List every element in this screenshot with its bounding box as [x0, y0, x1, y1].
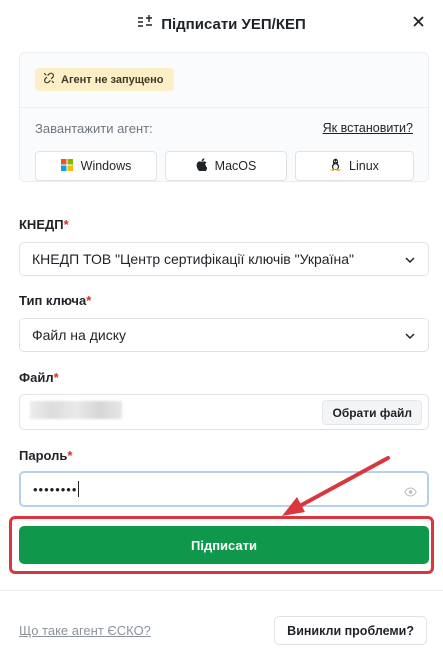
file-field[interactable]: Обрати файл [19, 394, 429, 430]
download-label: Завантажити агент: [35, 121, 153, 136]
sign-submit-button[interactable]: Підписати [19, 526, 429, 564]
choose-file-button[interactable]: Обрати файл [322, 400, 422, 425]
os-label: MacOS [214, 159, 257, 173]
dialog-header: Підписати УЕП/КЕП [0, 0, 443, 48]
chevron-down-icon [404, 329, 416, 345]
linux-icon [330, 158, 341, 174]
download-linux-button[interactable]: Linux [295, 151, 414, 181]
eye-icon[interactable] [404, 484, 417, 502]
agent-divider [20, 107, 428, 108]
what-is-agent-link[interactable]: Що таке агент ЄСКО? [19, 623, 151, 638]
password-input[interactable]: •••••••• [19, 471, 429, 507]
sign-icon [137, 14, 153, 34]
broken-link-icon [43, 72, 55, 87]
file-name-blurred [30, 401, 122, 419]
footer-divider [0, 590, 443, 591]
chevron-down-icon [404, 253, 416, 269]
key-type-label: Тип ключа* [19, 293, 92, 308]
key-type-value: Файл на диску [32, 327, 126, 343]
kned-select[interactable]: КНЕДП ТОВ "Центр сертифікації ключів "Ук… [19, 242, 429, 276]
kned-value: КНЕДП ТОВ "Центр сертифікації ключів "Ук… [32, 251, 354, 267]
close-icon [412, 14, 424, 32]
password-value: •••••••• [33, 481, 78, 497]
status-badge: Агент не запущено [35, 68, 174, 91]
how-to-install-link[interactable]: Як встановити? [323, 121, 413, 135]
download-macos-button[interactable]: MacOS [165, 151, 287, 181]
os-label: Windows [80, 159, 132, 173]
apple-icon [196, 158, 208, 174]
title-wrap: Підписати УЕП/КЕП [137, 14, 306, 34]
file-label: Файл* [19, 370, 59, 385]
os-download-row: Windows MacOS Linux [35, 151, 414, 181]
os-label: Linux [349, 159, 379, 173]
key-type-select[interactable]: Файл на диску [19, 318, 429, 352]
windows-icon [60, 158, 73, 174]
kned-label: КНЕДП* [19, 217, 69, 232]
download-windows-button[interactable]: Windows [35, 151, 157, 181]
close-button[interactable] [407, 12, 429, 34]
dialog-title: Підписати УЕП/КЕП [161, 15, 306, 33]
problems-button[interactable]: Виникли проблеми? [274, 616, 427, 645]
text-caret [78, 481, 80, 497]
password-label: Пароль* [19, 448, 73, 463]
agent-panel: Агент не запущено Завантажити агент: Як … [19, 52, 429, 182]
status-badge-text: Агент не запущено [61, 73, 164, 86]
